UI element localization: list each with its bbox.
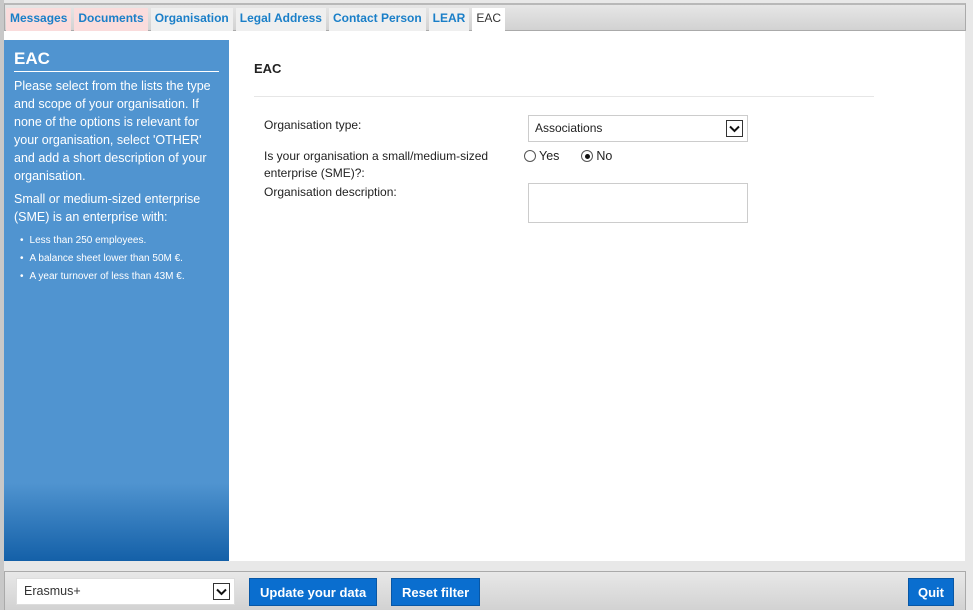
- sme-no-radio[interactable]: No: [581, 149, 612, 163]
- tab-list: Messages Documents Organisation Legal Ad…: [6, 8, 506, 32]
- tab-organisation[interactable]: Organisation: [150, 8, 233, 31]
- tab-legal-address[interactable]: Legal Address: [235, 8, 326, 31]
- sme-criterion: A year turnover of less than 43M €.: [20, 268, 219, 286]
- sme-criterion: Less than 250 employees.: [20, 232, 219, 250]
- tab-eac[interactable]: EAC: [472, 8, 506, 32]
- app-window: Messages Documents Organisation Legal Ad…: [0, 0, 973, 610]
- description-textarea[interactable]: [528, 183, 748, 223]
- content-panel: EAC Please select from the lists the typ…: [4, 31, 965, 561]
- sidebar-intro: Please select from the lists the type an…: [14, 79, 211, 183]
- description-label: Organisation description:: [264, 185, 397, 199]
- sidebar-title: EAC: [14, 40, 219, 72]
- chevron-down-icon[interactable]: [213, 583, 230, 600]
- org-type-value: Associations: [535, 121, 603, 135]
- main-form: EAC Organisation type: Associations Is y…: [254, 31, 874, 223]
- update-data-button[interactable]: Update your data: [249, 578, 378, 606]
- sme-yes-radio[interactable]: Yes: [524, 149, 559, 163]
- tab-documents[interactable]: Documents: [74, 8, 148, 31]
- radio-checked-icon: [581, 150, 594, 162]
- tab-messages[interactable]: Messages: [6, 8, 72, 31]
- sme-yes-label: Yes: [539, 149, 560, 163]
- sme-criterion: A balance sheet lower than 50M €.: [20, 250, 219, 268]
- sme-criteria-list: Less than 250 employees. A balance sheet…: [14, 232, 219, 286]
- page-title: EAC: [254, 61, 874, 97]
- tab-lear[interactable]: LEAR: [428, 8, 470, 31]
- bottom-toolbar: Erasmus+ Update your data Reset filter Q…: [4, 571, 966, 610]
- quit-button[interactable]: Quit: [908, 578, 954, 606]
- window-right-edge: [965, 31, 973, 561]
- org-type-label: Organisation type:: [264, 118, 362, 132]
- sme-label: Is your organisation a small/medium-size…: [264, 149, 489, 180]
- help-sidebar: EAC Please select from the lists the typ…: [4, 40, 229, 561]
- tab-contact-person[interactable]: Contact Person: [328, 8, 426, 31]
- radio-unchecked-icon: [524, 150, 536, 162]
- org-type-select[interactable]: Associations: [528, 115, 748, 142]
- sidebar-sme-intro: Small or medium-sized enterprise (SME) i…: [14, 192, 201, 224]
- reset-filter-button[interactable]: Reset filter: [391, 578, 481, 606]
- sme-radio-group: Yes No: [524, 149, 612, 163]
- chevron-down-icon[interactable]: [726, 120, 743, 137]
- programme-value: Erasmus+: [24, 584, 81, 598]
- sme-no-label: No: [596, 149, 613, 163]
- programme-select[interactable]: Erasmus+: [16, 578, 235, 605]
